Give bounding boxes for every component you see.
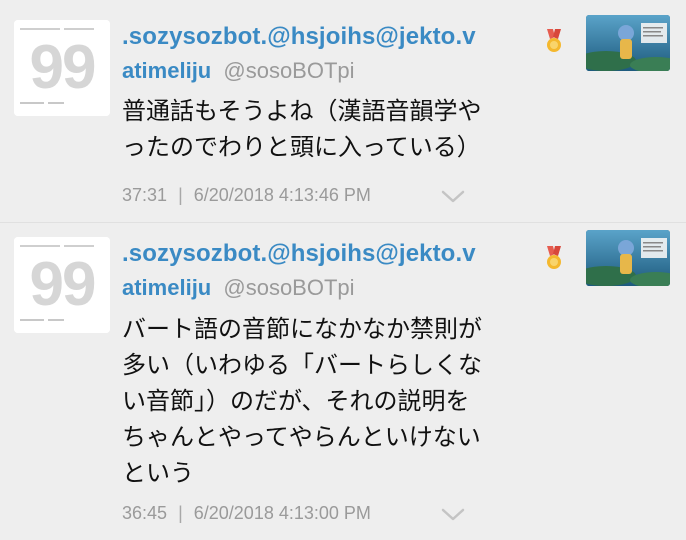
display-name[interactable]: atimeliju bbox=[122, 275, 211, 300]
ribbon-medal-icon bbox=[547, 29, 561, 52]
attached-image-thumbnail[interactable] bbox=[586, 15, 670, 71]
display-name[interactable]: atimeliju bbox=[122, 58, 211, 83]
elapsed-time: 36:45 bbox=[122, 503, 168, 523]
post-timestamp[interactable]: 6/20/2018 4:13:00 PM bbox=[194, 503, 371, 523]
elapsed-time: 37:31 bbox=[122, 185, 168, 205]
post-text: 普通話もそうよね（漢語音韻学や ったのでわりと頭に入っている） bbox=[122, 97, 482, 161]
post-meta: 36:45 | 6/20/2018 4:13:00 PM bbox=[122, 503, 371, 524]
svg-text:99: 99 bbox=[30, 33, 95, 102]
screen-name[interactable]: @sosoBOTpi bbox=[223, 58, 354, 83]
user-handle-row: atimeliju @sosoBOTpi bbox=[122, 275, 355, 301]
chevron-down-icon[interactable] bbox=[440, 189, 466, 205]
meta-separator: | bbox=[178, 185, 183, 205]
account-name[interactable]: .sozysozbot.@hsjoihs@jekto.v bbox=[122, 23, 476, 51]
meta-separator: | bbox=[178, 503, 183, 523]
chevron-down-icon[interactable] bbox=[440, 507, 466, 523]
user-avatar[interactable]: 99 bbox=[14, 237, 110, 333]
account-name[interactable]: .sozysozbot.@hsjoihs@jekto.v bbox=[122, 240, 476, 268]
post-item[interactable]: 99 .sozysozbot.@hsjoihs@jekto.v atimelij… bbox=[0, 0, 686, 222]
attached-image-thumbnail[interactable] bbox=[586, 230, 670, 286]
ribbon-medal-icon bbox=[547, 246, 561, 269]
screen-name[interactable]: @sosoBOTpi bbox=[223, 275, 354, 300]
post-text: バート語の音節になかなか禁則が 多い（いわゆる「バートらしくな い音節」）のだが… bbox=[122, 315, 482, 487]
post-timestamp[interactable]: 6/20/2018 4:13:46 PM bbox=[194, 185, 371, 205]
user-avatar[interactable]: 99 bbox=[14, 20, 110, 116]
post-item[interactable]: 99 .sozysozbot.@hsjoihs@jekto.v atimelij… bbox=[0, 222, 686, 540]
timeline: 99 .sozysozbot.@hsjoihs@jekto.v atimelij… bbox=[0, 0, 686, 540]
svg-text:99: 99 bbox=[30, 250, 95, 319]
user-handle-row: atimeliju @sosoBOTpi bbox=[122, 58, 355, 84]
post-meta: 37:31 | 6/20/2018 4:13:46 PM bbox=[122, 185, 371, 206]
